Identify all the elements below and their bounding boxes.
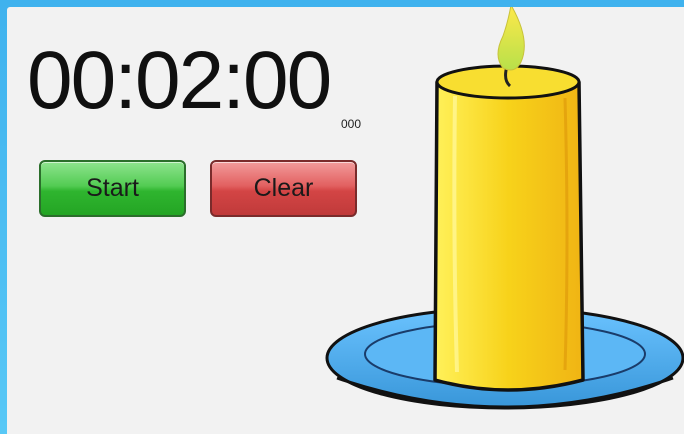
candle-body — [433, 70, 585, 392]
start-button[interactable]: Start — [39, 160, 186, 217]
flame-icon — [497, 7, 525, 71]
countdown-time: 00:02:00 — [27, 35, 332, 126]
candle-icon — [325, 7, 684, 410]
timer-panel: 00:02:00 000 Start Clear — [7, 7, 684, 434]
countdown-display: 00:02:00 — [27, 35, 332, 127]
